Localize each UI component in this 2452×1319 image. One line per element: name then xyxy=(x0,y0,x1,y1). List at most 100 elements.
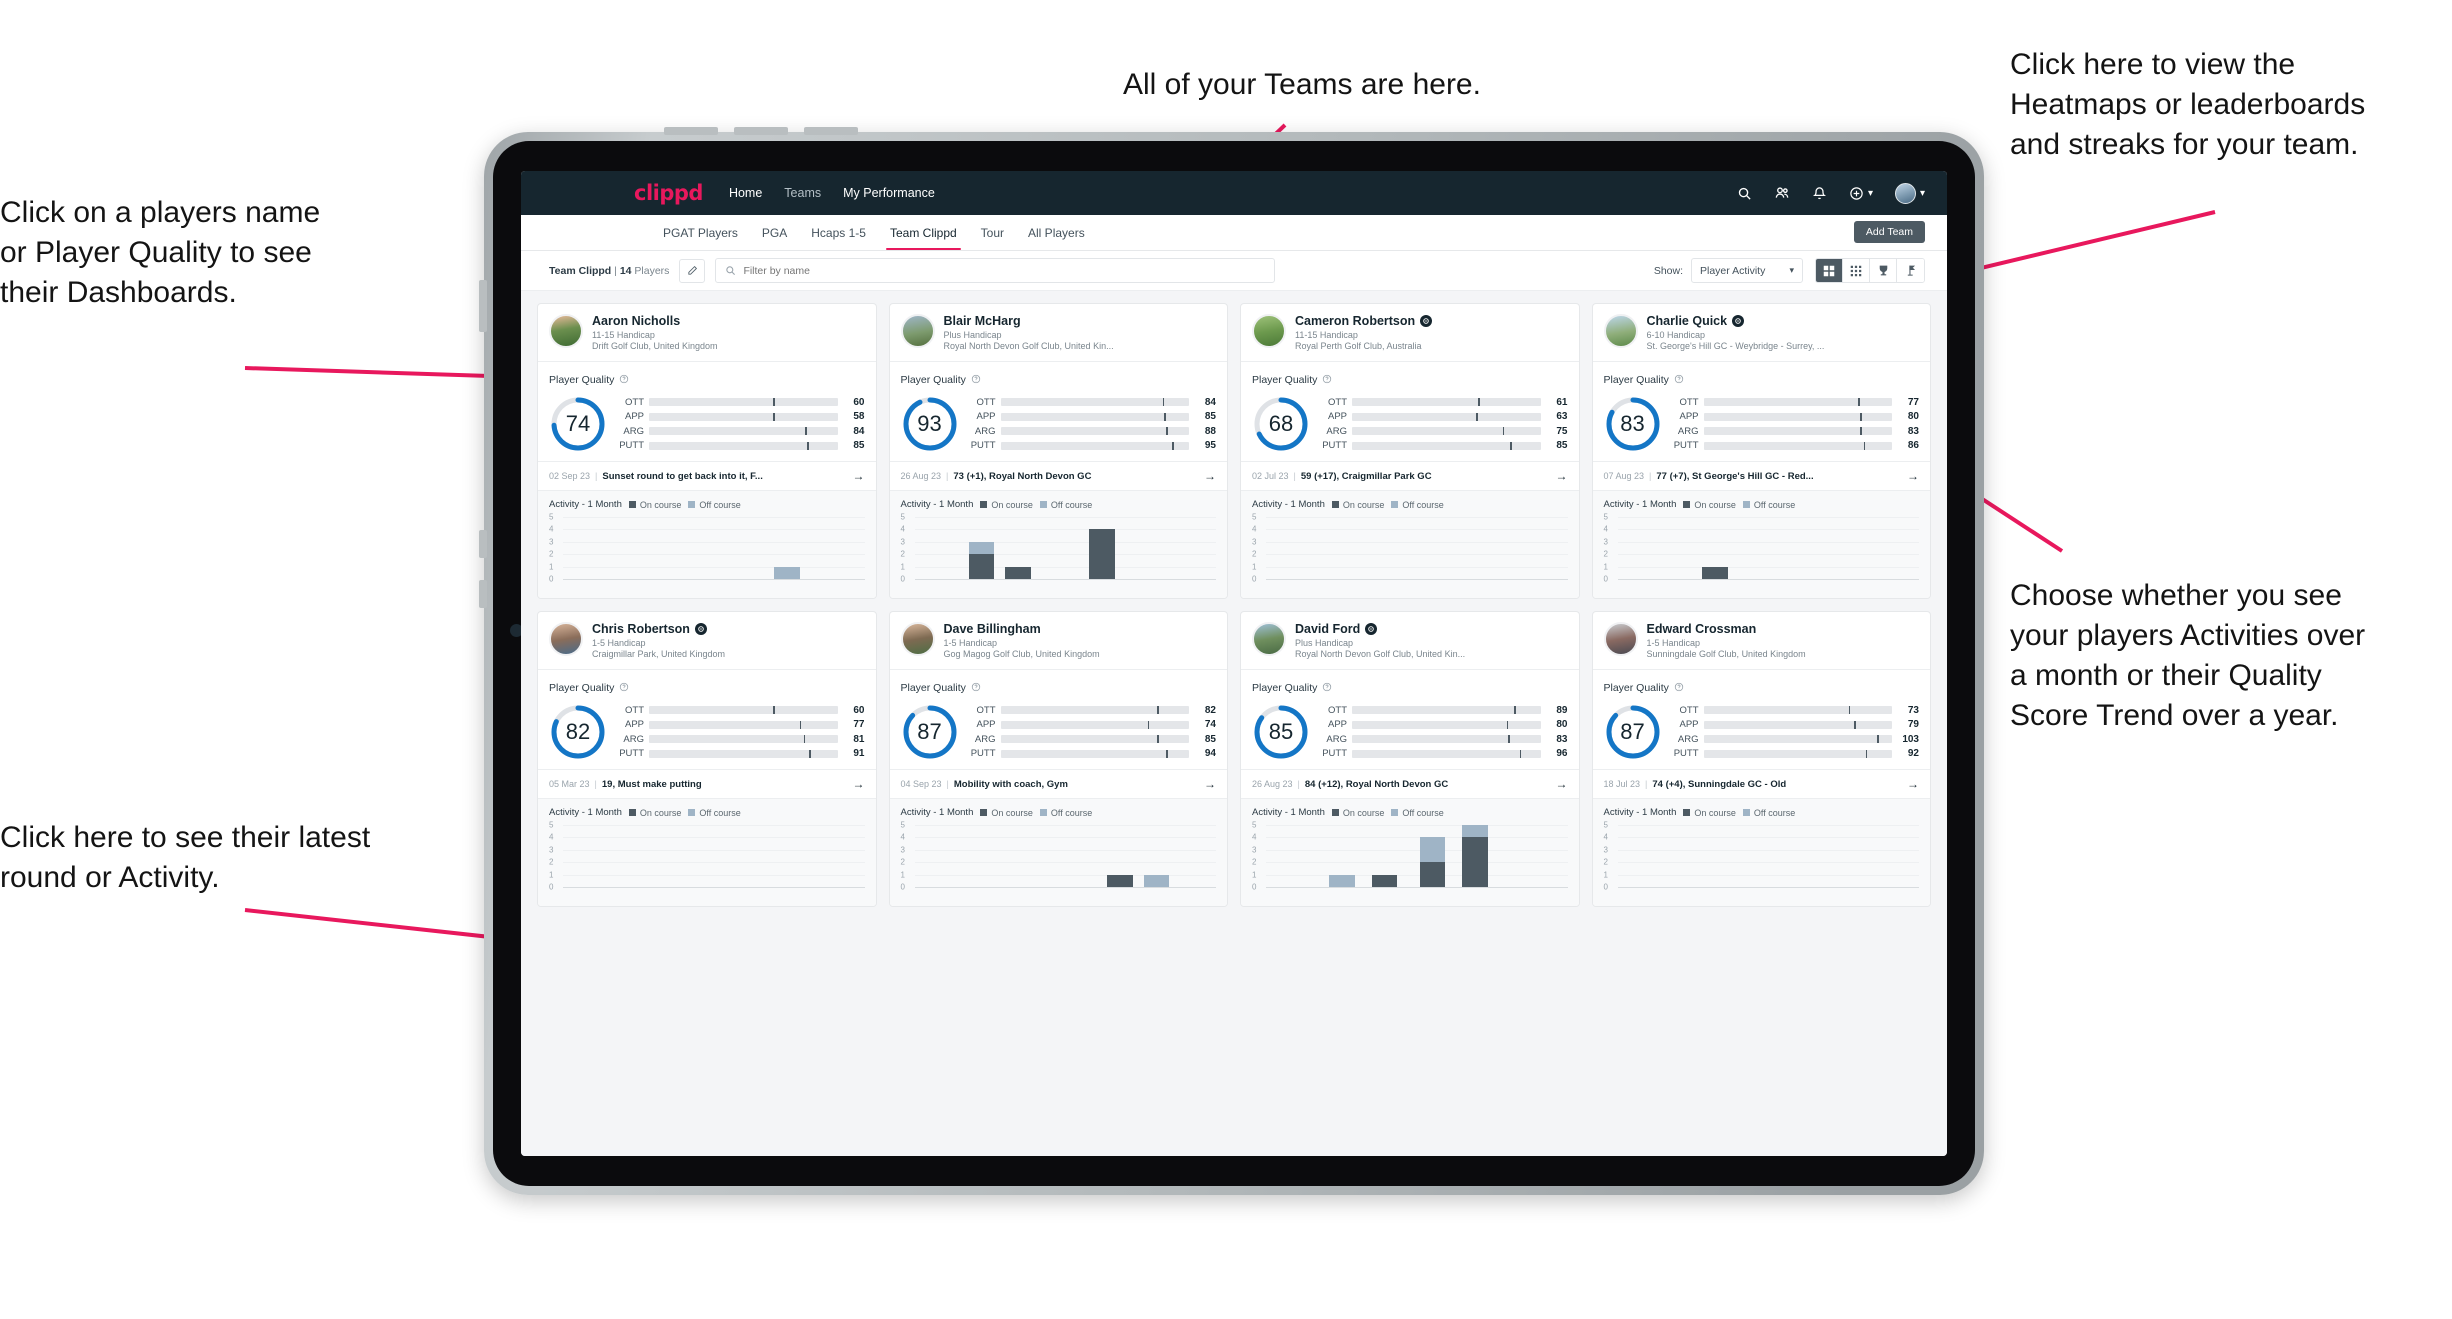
latest-round-row[interactable]: 02 Sep 23 | Sunset round to get back into … xyxy=(538,461,876,490)
player-quality-section[interactable]: Player Quality 93 OTT 84 APP 85 ARG 88 PUTT 95 xyxy=(890,362,1228,461)
activity-chart: 01234531 Jul21 Aug4 Sep xyxy=(901,513,1216,589)
player-card-header[interactable]: Cameron Robertson 11-15 Handicap Royal Per… xyxy=(1241,304,1579,361)
arrow-right-icon[interactable]: → xyxy=(853,777,865,791)
add-team-button[interactable]: Add Team xyxy=(1853,221,1925,243)
add-circle-icon[interactable]: ▾ xyxy=(1849,186,1873,201)
grid-large-icon[interactable] xyxy=(1816,259,1843,282)
help-icon[interactable] xyxy=(971,371,981,389)
help-icon[interactable] xyxy=(1674,679,1684,697)
avatar[interactable] xyxy=(1894,182,1916,204)
chart-y-label: 0 xyxy=(1252,882,1257,892)
arrow-right-icon[interactable]: → xyxy=(1204,777,1216,791)
player-name-row[interactable]: Cameron Robertson xyxy=(1295,314,1433,328)
tab-all-players[interactable]: All Players xyxy=(1016,215,1097,250)
people-icon[interactable] xyxy=(1774,185,1790,201)
player-card[interactable]: Aaron Nicholls 11-15 Handicap Drift Golf C… xyxy=(537,303,877,599)
player-card-header[interactable]: Blair McHarg Plus Handicap Royal North Dev… xyxy=(890,304,1228,361)
latest-round-row[interactable]: 07 Aug 23 | 77 (+7), St George's Hill GC -… xyxy=(1592,461,1930,490)
player-name[interactable]: Cameron Robertson xyxy=(1295,314,1415,328)
player-card-header[interactable]: Dave Billingham 1-5 Handicap Gog Magog Gol… xyxy=(890,612,1228,669)
nav-my-performance[interactable]: My Performance xyxy=(843,186,935,200)
search-icon[interactable] xyxy=(1737,186,1752,201)
player-name[interactable]: Aaron Nicholls xyxy=(592,314,680,328)
player-name[interactable]: David Ford xyxy=(1295,622,1360,636)
metric-value: 63 xyxy=(1556,411,1568,423)
player-quality-section[interactable]: Player Quality 87 OTT 73 APP 79 ARG 103 PUTT 92 xyxy=(1593,670,1931,769)
quality-score-value: 87 xyxy=(1620,719,1645,744)
latest-round-row[interactable]: 26 Aug 23 | 73 (+1), Royal North Devon GC → xyxy=(889,461,1227,490)
player-name-row[interactable]: David Ford xyxy=(1295,622,1465,636)
search-input[interactable] xyxy=(743,264,1266,277)
player-card[interactable]: Dave Billingham 1-5 Handicap Gog Magog Gol… xyxy=(888,611,1228,907)
player-quality-section[interactable]: Player Quality 74 OTT 60 APP 58 ARG 84 PUTT 85 xyxy=(538,362,876,461)
player-name[interactable]: Dave Billingham xyxy=(944,622,1041,636)
flag-icon[interactable] xyxy=(1897,259,1924,282)
help-icon[interactable] xyxy=(1322,371,1332,389)
player-name-row[interactable]: Chris Robertson xyxy=(592,622,725,636)
player-card[interactable]: Edward Crossman 1-5 Handicap Sunningdale G… xyxy=(1591,611,1931,907)
nav-teams[interactable]: Teams xyxy=(784,186,821,200)
help-icon[interactable] xyxy=(1322,679,1332,697)
help-icon[interactable] xyxy=(971,679,981,697)
arrow-right-icon[interactable]: → xyxy=(1556,777,1568,791)
player-card[interactable]: David Ford Plus Handicap Royal North Devon… xyxy=(1240,611,1580,907)
player-quality-section[interactable]: Player Quality 87 OTT 82 APP 74 ARG 85 PUTT 94 xyxy=(890,670,1228,769)
show-select[interactable]: Player Activity ▾ xyxy=(1691,258,1803,283)
arrow-right-icon[interactable]: → xyxy=(1204,469,1216,483)
tab-team-clippd[interactable]: Team Clippd xyxy=(878,215,969,250)
tab-pga[interactable]: PGA xyxy=(750,215,799,250)
chevron-down-icon-avatar[interactable]: ▾ xyxy=(1920,188,1925,199)
player-quality-section[interactable]: Player Quality 82 OTT 60 APP 77 ARG 81 PUTT 91 xyxy=(538,670,876,769)
player-card[interactable]: Charlie Quick 6-10 Handicap St. George's H… xyxy=(1591,303,1931,599)
player-card-header[interactable]: Aaron Nicholls 11-15 Handicap Drift Golf C… xyxy=(538,304,876,361)
help-icon[interactable] xyxy=(1674,371,1684,389)
help-icon[interactable] xyxy=(619,679,629,697)
player-card-header[interactable]: Edward Crossman 1-5 Handicap Sunningdale G… xyxy=(1593,612,1931,669)
player-name-row[interactable]: Edward Crossman xyxy=(1647,622,1806,636)
player-card[interactable]: Chris Robertson 1-5 Handicap Craigmillar P… xyxy=(537,611,877,907)
bell-icon[interactable] xyxy=(1812,186,1827,201)
player-name-row[interactable]: Dave Billingham xyxy=(944,622,1100,636)
player-card[interactable]: Blair McHarg Plus Handicap Royal North Dev… xyxy=(888,303,1228,599)
arrow-right-icon[interactable]: → xyxy=(853,469,865,483)
latest-round-row[interactable]: 05 Mar 23 | 19, Must make putting → xyxy=(538,769,876,798)
player-card[interactable]: Cameron Robertson 11-15 Handicap Royal Per… xyxy=(1240,303,1580,599)
player-quality-section[interactable]: Player Quality 85 OTT 89 APP 80 ARG 83 PUTT 96 xyxy=(1241,670,1579,769)
player-card-grid: Aaron Nicholls 11-15 Handicap Drift Golf C… xyxy=(521,291,1947,1156)
player-name-row[interactable]: Blair McHarg xyxy=(944,314,1114,328)
player-quality-label: Player Quality xyxy=(900,682,966,694)
player-quality-section[interactable]: Player Quality 83 OTT 77 APP 80 ARG 83 PUTT 86 xyxy=(1593,362,1931,461)
tab-hcaps-1-5[interactable]: Hcaps 1-5 xyxy=(799,215,878,250)
player-name[interactable]: Edward Crossman xyxy=(1647,622,1757,636)
arrow-right-icon[interactable]: → xyxy=(1556,469,1568,483)
nav-home[interactable]: Home xyxy=(729,186,762,200)
player-quality-section[interactable]: Player Quality 68 OTT 61 APP 63 ARG 75 PUTT 85 xyxy=(1241,362,1579,461)
arrow-right-icon[interactable]: → xyxy=(1907,469,1919,483)
player-name[interactable]: Charlie Quick xyxy=(1647,314,1728,328)
player-name-row[interactable]: Aaron Nicholls xyxy=(592,314,718,328)
latest-round-row[interactable]: 26 Aug 23 | 84 (+12), Royal North Devon GC… xyxy=(1241,769,1579,798)
player-name[interactable]: Blair McHarg xyxy=(944,314,1021,328)
clippd-logo[interactable]: clippd xyxy=(634,181,703,205)
player-card-header[interactable]: Chris Robertson 1-5 Handicap Craigmillar P… xyxy=(538,612,876,669)
latest-round-row[interactable]: 02 Jul 23 | 59 (+17), Craigmillar Park GC → xyxy=(1241,461,1579,490)
edit-pencil-icon[interactable] xyxy=(679,258,706,283)
tab-tour[interactable]: Tour xyxy=(969,215,1016,250)
player-card-header[interactable]: David Ford Plus Handicap Royal North Devon… xyxy=(1241,612,1579,669)
quality-metric-row: ARG 83 xyxy=(1672,426,1919,437)
player-name[interactable]: Chris Robertson xyxy=(592,622,690,636)
latest-round-row[interactable]: 18 Jul 23 | 74 (+4), Sunningdale GC - Old → xyxy=(1592,769,1930,798)
chart-y-label: 2 xyxy=(1603,857,1608,867)
tab-pgat-players[interactable]: PGAT Players xyxy=(651,215,750,250)
trophy-icon[interactable] xyxy=(1870,259,1897,282)
arrow-right-icon[interactable]: → xyxy=(1907,777,1919,791)
player-name-row[interactable]: Charlie Quick xyxy=(1647,314,1825,328)
search-field[interactable] xyxy=(715,258,1276,283)
player-handicap: 1-5 Handicap xyxy=(1646,638,1701,648)
latest-round-row[interactable]: 04 Sep 23 | Mobility with coach, Gym → xyxy=(889,769,1227,798)
player-card-header[interactable]: Charlie Quick 6-10 Handicap St. George's H… xyxy=(1593,304,1931,361)
quality-score-donut: 87 xyxy=(1604,703,1662,761)
quality-metric-row: PUTT 85 xyxy=(1320,440,1567,451)
help-icon[interactable] xyxy=(619,371,629,389)
grid-small-icon[interactable] xyxy=(1843,259,1870,282)
